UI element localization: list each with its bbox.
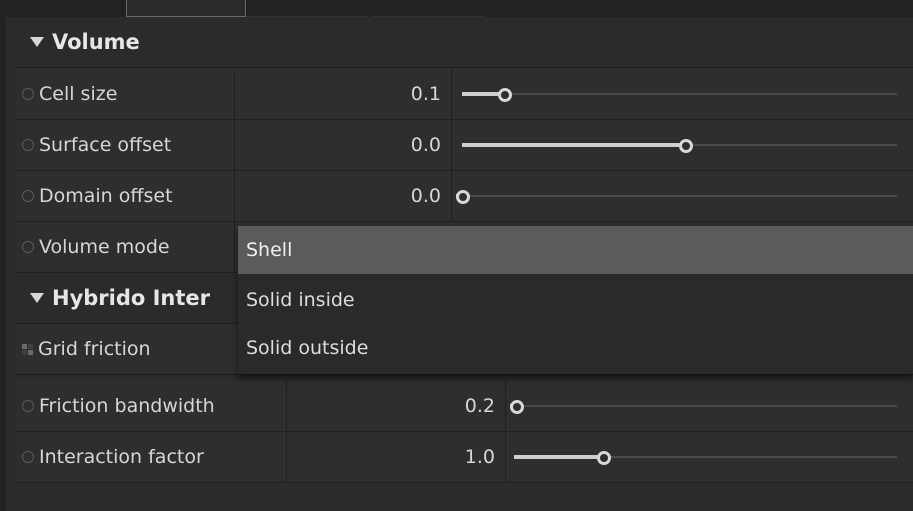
dropdown-option-solid-outside[interactable]: Solid outside xyxy=(238,324,913,372)
slider-knob[interactable] xyxy=(497,88,512,102)
tab-active[interactable] xyxy=(126,0,246,17)
slider[interactable] xyxy=(510,381,897,431)
param-label: Interaction factor xyxy=(39,446,204,468)
slider[interactable] xyxy=(462,69,897,119)
volume-mode-dropdown[interactable]: Shell Solid inside Solid outside xyxy=(238,226,913,374)
dropdown-option-shell[interactable]: Shell xyxy=(238,226,913,274)
slider-knob[interactable] xyxy=(510,400,524,414)
param-value[interactable]: 0.0 xyxy=(235,120,452,170)
param-label: Cell size xyxy=(39,83,118,105)
dropdown-option-solid-inside[interactable]: Solid inside xyxy=(238,276,913,324)
value-text: 1.0 xyxy=(464,446,495,468)
radio-icon[interactable] xyxy=(22,190,34,202)
slider-knob[interactable] xyxy=(456,190,470,204)
param-label: Surface offset xyxy=(39,134,172,156)
triangle-down-icon[interactable] xyxy=(30,37,44,47)
value-text: 0.0 xyxy=(410,185,441,207)
param-label: Friction bandwidth xyxy=(39,395,215,417)
outer-frame xyxy=(0,0,6,511)
radio-icon[interactable] xyxy=(22,451,34,463)
option-label: Solid outside xyxy=(246,337,369,359)
param-label: Volume mode xyxy=(39,236,170,258)
param-name: Surface offset xyxy=(16,120,235,170)
param-value[interactable]: 0.0 xyxy=(235,171,452,221)
radio-icon[interactable] xyxy=(22,241,34,253)
radio-icon[interactable] xyxy=(22,139,34,151)
slider-track xyxy=(510,405,897,407)
triangle-down-icon[interactable] xyxy=(30,293,44,303)
slider-fill xyxy=(514,455,601,459)
param-row-cell-size: Cell size 0.1 xyxy=(16,69,913,120)
section-title: Volume xyxy=(52,30,140,54)
param-label: Domain offset xyxy=(39,185,173,207)
tab-2[interactable] xyxy=(246,0,368,17)
param-row-interaction-factor: Interaction factor 1.0 xyxy=(16,432,913,483)
option-label: Solid inside xyxy=(246,289,355,311)
param-value[interactable]: 0.2 xyxy=(287,381,506,431)
param-label: Grid friction xyxy=(38,338,151,360)
slider-track xyxy=(456,195,897,197)
param-value[interactable]: 1.0 xyxy=(287,432,506,482)
radio-icon[interactable] xyxy=(22,88,34,100)
slider-fill xyxy=(462,92,501,96)
slider-track xyxy=(462,93,897,95)
value-text: 0.1 xyxy=(410,83,441,105)
tab-3[interactable] xyxy=(370,0,486,17)
value-text: 0.0 xyxy=(410,134,441,156)
value-text: 0.2 xyxy=(464,395,495,417)
param-name: Interaction factor xyxy=(16,432,287,482)
slider[interactable] xyxy=(462,120,897,170)
param-row-friction-bandwidth: Friction bandwidth 0.2 xyxy=(16,381,913,432)
radio-icon[interactable] xyxy=(22,400,34,412)
param-row-surface-offset: Surface offset 0.0 xyxy=(16,120,913,171)
option-label: Shell xyxy=(246,239,293,261)
slider[interactable] xyxy=(514,432,897,482)
param-row-domain-offset: Domain offset 0.0 xyxy=(16,171,913,222)
section-header-volume[interactable]: Volume xyxy=(16,17,913,68)
tab-strip xyxy=(6,0,913,17)
slider-knob[interactable] xyxy=(597,451,612,465)
param-name: Domain offset xyxy=(16,171,235,221)
slider-knob[interactable] xyxy=(678,139,693,153)
param-name: Cell size xyxy=(16,69,235,119)
slider-fill xyxy=(462,143,682,147)
param-name: Volume mode xyxy=(16,222,235,272)
param-value[interactable]: 0.1 xyxy=(235,69,452,119)
param-name: Friction bandwidth xyxy=(16,381,287,431)
section-title: Hybrido Inter xyxy=(52,286,211,310)
slider[interactable] xyxy=(456,171,897,221)
checkerboard-icon[interactable] xyxy=(22,343,33,355)
